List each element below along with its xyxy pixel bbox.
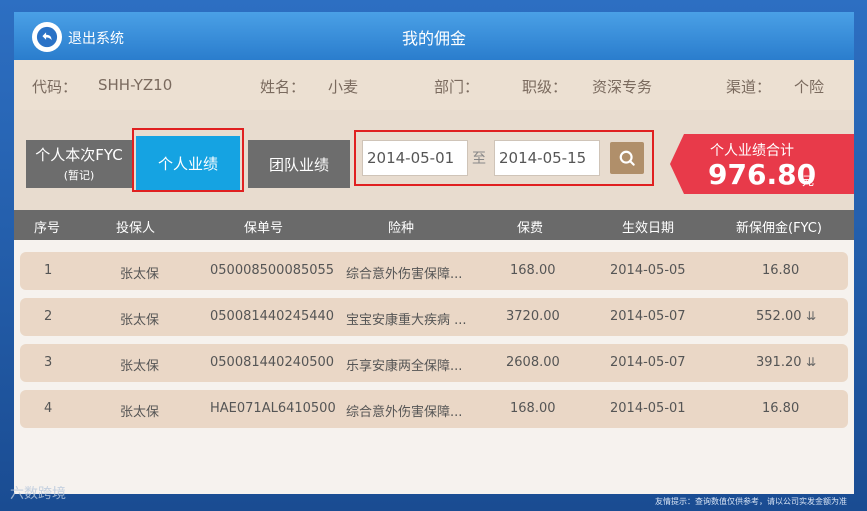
cell-holder: 张太保 <box>120 405 160 420</box>
cell-product: 综合意外伤害保障... <box>346 267 463 282</box>
total-label: 个人业绩合计 <box>710 143 794 159</box>
rank-label: 职级： <box>522 78 568 96</box>
col-header: 险种 <box>388 221 415 236</box>
date-from-input[interactable]: 2014-05-01 <box>362 140 468 176</box>
cell-date: 2014-05-07 <box>610 309 686 324</box>
date-filter: 2014-05-01 至 2014-05-15 <box>354 130 654 186</box>
search-button[interactable] <box>610 142 644 174</box>
date-separator: 至 <box>472 151 486 167</box>
agent-info-bar: 代码： SHH-YZ10 姓名： 小麦 部门： 职级： 资深专务 渠道： 个险 <box>14 60 854 110</box>
col-header: 生效日期 <box>622 221 675 236</box>
date-to-input[interactable]: 2014-05-15 <box>494 140 600 176</box>
tab-team-performance[interactable]: 团队业绩 <box>248 140 350 188</box>
col-header: 序号 <box>34 221 61 236</box>
cell-date: 2014-05-01 <box>610 401 686 416</box>
cell-holder: 张太保 <box>120 267 160 282</box>
device-frame: 退出系统 我的佣金 代码： SHH-YZ10 姓名： 小麦 部门： 职级： 资深… <box>0 0 867 511</box>
cell-premium: 2608.00 <box>506 355 560 370</box>
app-header: 退出系统 我的佣金 <box>14 12 854 60</box>
tab-bar: 个人本次FYC (暂记) 个人业绩 团队业绩 2014-05-01 至 2014… <box>14 110 854 210</box>
cell-premium: 3720.00 <box>506 309 560 324</box>
rank-value: 资深专务 <box>592 78 653 96</box>
dept-label: 部门： <box>434 78 480 96</box>
code-label: 代码： <box>32 78 78 96</box>
app-screen: 退出系统 我的佣金 代码： SHH-YZ10 姓名： 小麦 部门： 职级： 资深… <box>14 12 854 494</box>
col-header: 新保佣金(FYC) <box>736 221 822 236</box>
cell-no: 1 <box>44 263 53 278</box>
cell-product: 乐享安康两全保障... <box>346 359 463 374</box>
cell-fyc: 16.80 <box>762 401 800 416</box>
footer-disclaimer: 友情提示：查询数值仅供参考，请以公司实发金额为准 <box>655 497 847 506</box>
page-title: 我的佣金 <box>401 29 466 48</box>
cell-premium: 168.00 <box>510 401 556 416</box>
table-row[interactable]: 3 张太保 050081440240500 乐享安康两全保障... 2608.0… <box>20 344 848 382</box>
cell-no: 2 <box>44 309 53 324</box>
watermark-text: 六数跨境 <box>10 486 66 502</box>
cell-premium: 168.00 <box>510 263 556 278</box>
cell-policy: 050081440245440 <box>210 309 335 324</box>
table-row[interactable]: 1 张太保 050008500085055 综合意外伤害保障... 168.00… <box>20 252 848 290</box>
col-header: 保费 <box>517 221 544 236</box>
cell-no: 3 <box>44 355 53 370</box>
total-unit: 元 <box>802 174 815 188</box>
name-value: 小麦 <box>328 78 359 96</box>
col-header: 保单号 <box>244 221 284 236</box>
cell-date: 2014-05-07 <box>610 355 686 370</box>
cell-product: 宝宝安康重大疾病 ... <box>346 313 467 328</box>
performance-total-panel: 个人业绩合计 976.80 元 <box>670 134 854 194</box>
channel-value: 个险 <box>794 78 825 96</box>
channel-label: 渠道： <box>726 78 772 96</box>
cell-policy: 050081440240500 <box>210 355 335 370</box>
cell-holder: 张太保 <box>120 313 160 328</box>
search-icon <box>619 150 635 166</box>
cell-product: 综合意外伤害保障... <box>346 405 463 420</box>
commission-table: 1 张太保 050008500085055 综合意外伤害保障... 168.00… <box>14 240 854 494</box>
chevron-double-down-icon[interactable]: ⇊ <box>806 355 816 369</box>
table-row[interactable]: 2 张太保 050081440245440 宝宝安康重大疾病 ... 3720.… <box>20 298 848 336</box>
cell-no: 4 <box>44 401 53 416</box>
tab-fyc-subtitle: (暂记) <box>63 169 95 182</box>
name-label: 姓名： <box>260 78 306 96</box>
tab-personal-fyc[interactable]: 个人本次FYC (暂记) <box>26 140 132 188</box>
table-row[interactable]: 4 张太保 HAE071AL6410500 综合意外伤害保障... 168.00… <box>20 390 848 428</box>
table-header: 序号 投保人 保单号 险种 保费 生效日期 新保佣金(FYC) <box>14 210 854 240</box>
total-value: 976.80 <box>708 158 817 191</box>
col-header: 投保人 <box>116 221 156 236</box>
tab-personal-performance[interactable]: 个人业绩 <box>136 136 240 190</box>
chevron-double-down-icon[interactable]: ⇊ <box>806 309 816 323</box>
tab-fyc-title: 个人本次FYC <box>35 146 123 164</box>
cell-fyc: 391.20 <box>756 355 802 370</box>
cell-policy: HAE071AL6410500 <box>210 401 336 416</box>
code-value: SHH-YZ10 <box>98 76 173 94</box>
cell-holder: 张太保 <box>120 359 160 374</box>
cell-date: 2014-05-05 <box>610 263 686 278</box>
cell-policy: 050008500085055 <box>210 263 335 278</box>
cell-fyc: 16.80 <box>762 263 800 278</box>
cell-fyc: 552.00 <box>756 309 802 324</box>
